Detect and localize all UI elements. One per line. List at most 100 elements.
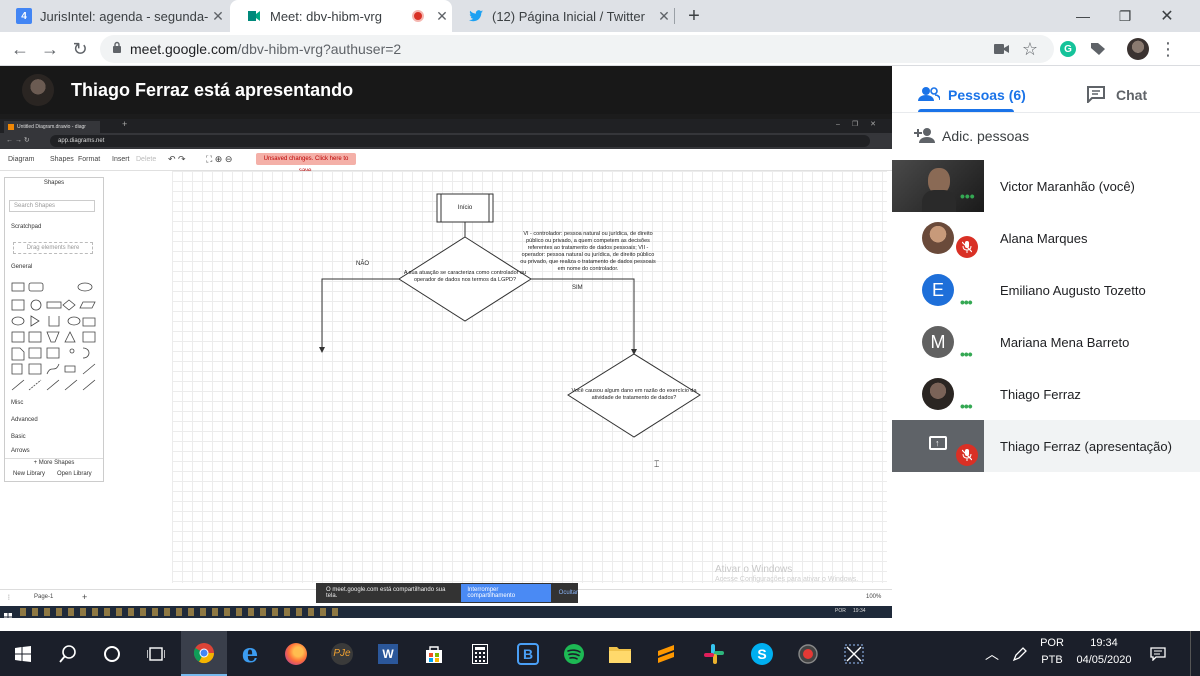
profile-avatar[interactable] <box>1126 37 1150 61</box>
minimize-button[interactable]: — <box>1063 0 1103 32</box>
close-tab-icon[interactable]: ✕ <box>208 8 228 25</box>
firefox-icon[interactable] <box>273 631 319 676</box>
participant-name: Thiago Ferraz (apresentação) <box>1000 438 1172 454</box>
keyboard-layout: PTB <box>1041 654 1063 666</box>
twitter-icon <box>468 8 484 24</box>
language-indicator[interactable]: POR PTB <box>1040 635 1064 669</box>
cortana-icon[interactable] <box>89 631 135 676</box>
no-label: NÃO <box>356 261 370 267</box>
address-bar[interactable]: meet.google.com/dbv-hibm-vrg?authuser=2 <box>100 35 1054 63</box>
close-tab-icon[interactable]: ✕ <box>432 8 452 25</box>
back-button[interactable]: ← <box>8 37 32 61</box>
presenter-avatar <box>22 74 54 106</box>
participant-name: Mariana Mena Barreto <box>1000 334 1130 350</box>
tab-title: Meet: dbv-hibm-vrg <box>270 8 382 24</box>
speaking-dots-icon: ••• <box>960 294 973 310</box>
grammarly-icon[interactable]: G <box>1056 37 1080 61</box>
panel-divider <box>892 112 1200 113</box>
restore-button[interactable]: ❐ <box>1105 0 1145 32</box>
close-window-button[interactable]: ✕ <box>1147 0 1187 32</box>
recording-icon <box>412 10 424 22</box>
tab-twitter[interactable]: (12) Página Inicial / Twitter ✕ <box>452 0 674 32</box>
camera-icon[interactable] <box>990 37 1014 61</box>
bluetooth-app-icon[interactable]: B <box>505 631 551 676</box>
store-icon[interactable] <box>411 631 457 676</box>
inner-taskbar: POR 19:34 <box>0 606 892 621</box>
presenter-bar: Thiago Ferraz está apresentando <box>0 66 892 114</box>
add-people-label: Adic. pessoas <box>942 128 1030 144</box>
show-desktop-button[interactable] <box>1190 631 1194 676</box>
speaking-dots-icon: ••• <box>960 398 973 414</box>
windows-activation-sub: Acesse Configurações para ativar o Windo… <box>715 576 859 583</box>
inner-taskbar-apps <box>20 608 340 616</box>
chrome-icon[interactable] <box>181 631 227 676</box>
speaking-dots-icon: ••• <box>960 188 975 204</box>
page-tab: Page-1 <box>34 594 54 600</box>
windows-taskbar: e PJe W B S ︿ POR PTB 19:34 04/05/2020 <box>0 631 1200 676</box>
word-icon[interactable]: W <box>365 631 411 676</box>
meet-icon <box>246 8 262 24</box>
url-host: meet.google.com <box>130 41 238 57</box>
participant-row[interactable]: ••• Thiago Ferraz <box>892 368 1200 420</box>
tab-people[interactable]: Pessoas (6) <box>918 78 1026 112</box>
chat-tab-label: Chat <box>1116 87 1148 103</box>
clock-date: 04/05/2020 <box>1076 654 1132 666</box>
add-people-button[interactable]: Adic. pessoas <box>914 122 1029 150</box>
spotify-icon[interactable] <box>551 631 597 676</box>
forward-button[interactable]: → <box>38 37 62 61</box>
stop-sharing-button: Interromper compartilhamento <box>461 584 551 602</box>
skype-icon[interactable]: S <box>739 631 785 676</box>
participant-row[interactable]: M ••• Mariana Mena Barreto <box>892 316 1200 368</box>
pje-icon[interactable]: PJe <box>319 631 365 676</box>
edge-icon[interactable]: e <box>227 631 273 676</box>
inner-clock: 19:34 <box>853 608 866 614</box>
close-tab-icon[interactable]: ✕ <box>654 8 674 25</box>
tab-title: (12) Página Inicial / Twitter <box>492 8 645 24</box>
speaking-dots-icon: ••• <box>960 346 973 362</box>
tab-meet[interactable]: Meet: dbv-hibm-vrg ✕ <box>230 0 452 32</box>
sublime-icon[interactable] <box>643 631 689 676</box>
start-label: Início <box>457 205 473 211</box>
participant-row[interactable]: ↑ Thiago Ferraz (apresentação) <box>892 420 1200 472</box>
tab-title: JurisIntel: agenda - segunda-feira <box>40 8 208 24</box>
tab-chat[interactable]: Chat <box>1086 78 1147 112</box>
participant-row[interactable]: ••• Victor Maranhão (você) <box>892 160 1200 212</box>
system-clock[interactable]: 19:34 04/05/2020 <box>1076 635 1132 669</box>
participant-avatar <box>922 378 954 410</box>
snipping-tool-icon[interactable] <box>831 631 877 676</box>
inner-lang: POR <box>835 608 846 614</box>
bookmark-star-icon[interactable]: ☆ <box>1018 37 1042 61</box>
yes-label: SIM <box>572 285 583 291</box>
notifications-icon[interactable] <box>1140 631 1176 676</box>
inner-start-icon <box>4 608 12 621</box>
zoom-level: 100% <box>866 594 882 600</box>
participant-name: Victor Maranhão (você) <box>1000 178 1135 194</box>
mouse-cursor-icon: ⌶ <box>654 459 660 469</box>
presenter-label: Thiago Ferraz está apresentando <box>71 79 354 100</box>
reload-button[interactable]: ↻ <box>68 37 92 61</box>
new-tab-button[interactable]: + <box>674 0 714 32</box>
task-view-icon[interactable] <box>133 631 179 676</box>
extension-tag-icon[interactable] <box>1086 37 1110 61</box>
participant-name: Alana Marques <box>1000 230 1088 246</box>
people-icon <box>918 86 941 105</box>
slack-icon[interactable] <box>691 631 737 676</box>
participant-row[interactable]: Alana Marques <box>892 212 1200 264</box>
present-screen-icon: ↑ <box>929 436 947 450</box>
windows-activation-title: Ativar o Windows <box>715 564 793 575</box>
calculator-icon[interactable] <box>457 631 503 676</box>
screen-share-notice: O meet.google.com está compartilhando su… <box>316 583 578 603</box>
mic-muted-icon <box>956 444 978 466</box>
file-explorer-icon[interactable] <box>597 631 643 676</box>
participant-avatar: E <box>922 274 954 306</box>
menu-kebab-icon[interactable]: ⋮ <box>1156 37 1180 61</box>
participant-row[interactable]: E ••• Emiliano Augusto Tozetto <box>892 264 1200 316</box>
browser-tab-strip: 4 JurisIntel: agenda - segunda-feira ✕ M… <box>0 0 1200 32</box>
screen-recorder-icon[interactable] <box>785 631 831 676</box>
hide-button: Ocultar <box>558 590 578 596</box>
shared-screen[interactable]: Untitled Diagram.drawio - diagr + –❐✕ ← … <box>0 119 892 631</box>
tab-jurisintel[interactable]: 4 JurisIntel: agenda - segunda-feira ✕ <box>0 0 228 32</box>
windows-start-icon[interactable] <box>0 631 46 676</box>
pen-icon[interactable] <box>1002 631 1038 676</box>
search-icon[interactable] <box>45 631 91 676</box>
